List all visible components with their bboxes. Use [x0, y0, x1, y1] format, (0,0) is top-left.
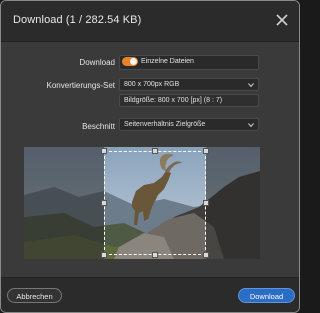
crop-value: Seitenverhältnis Zielgröße: [124, 121, 206, 128]
crop-label: Beschnitt: [82, 122, 115, 131]
image-preview: [24, 147, 260, 259]
crop-handle[interactable]: [152, 252, 158, 258]
cancel-button[interactable]: Abbrechen: [7, 288, 62, 303]
crop-shade-right: [206, 147, 260, 259]
toggle-knob: [130, 58, 137, 65]
chevron-down-icon: [248, 123, 254, 128]
crop-handle[interactable]: [101, 148, 107, 154]
title-bar: Download (1 / 282.54 KB): [1, 1, 299, 42]
crop-select[interactable]: Seitenverhältnis Zielgröße: [119, 118, 259, 131]
dialog-title: Download (1 / 282.54 KB): [13, 14, 142, 26]
crop-handle[interactable]: [203, 252, 209, 258]
download-dialog: Download (1 / 282.54 KB) Download Einzel…: [0, 0, 300, 313]
crop-handle[interactable]: [203, 148, 209, 154]
crop-handle[interactable]: [152, 148, 158, 154]
single-files-toggle[interactable]: [122, 57, 138, 66]
crop-handle[interactable]: [203, 200, 209, 206]
conversion-set-value: 800 x 700px RGB: [124, 81, 180, 88]
crop-handle[interactable]: [101, 252, 107, 258]
download-button[interactable]: Download: [238, 288, 295, 303]
dialog-footer: Abbrechen Download: [1, 277, 299, 312]
download-label: Download: [79, 58, 115, 67]
single-files-label: Einzelne Dateien: [141, 58, 194, 65]
crop-shade-left: [24, 147, 104, 259]
image-size-info: Bildgröße: 800 x 700 [px] (8 : 7): [119, 94, 259, 107]
conversion-set-label: Konvertierungs-Set: [46, 81, 115, 90]
crop-handle[interactable]: [101, 200, 107, 206]
chevron-down-icon: [248, 83, 254, 88]
conversion-set-select[interactable]: 800 x 700px RGB: [119, 78, 259, 91]
crop-frame[interactable]: [104, 151, 206, 255]
close-icon[interactable]: [273, 11, 291, 29]
image-size-text: Bildgröße: 800 x 700 [px] (8 : 7): [124, 97, 223, 104]
